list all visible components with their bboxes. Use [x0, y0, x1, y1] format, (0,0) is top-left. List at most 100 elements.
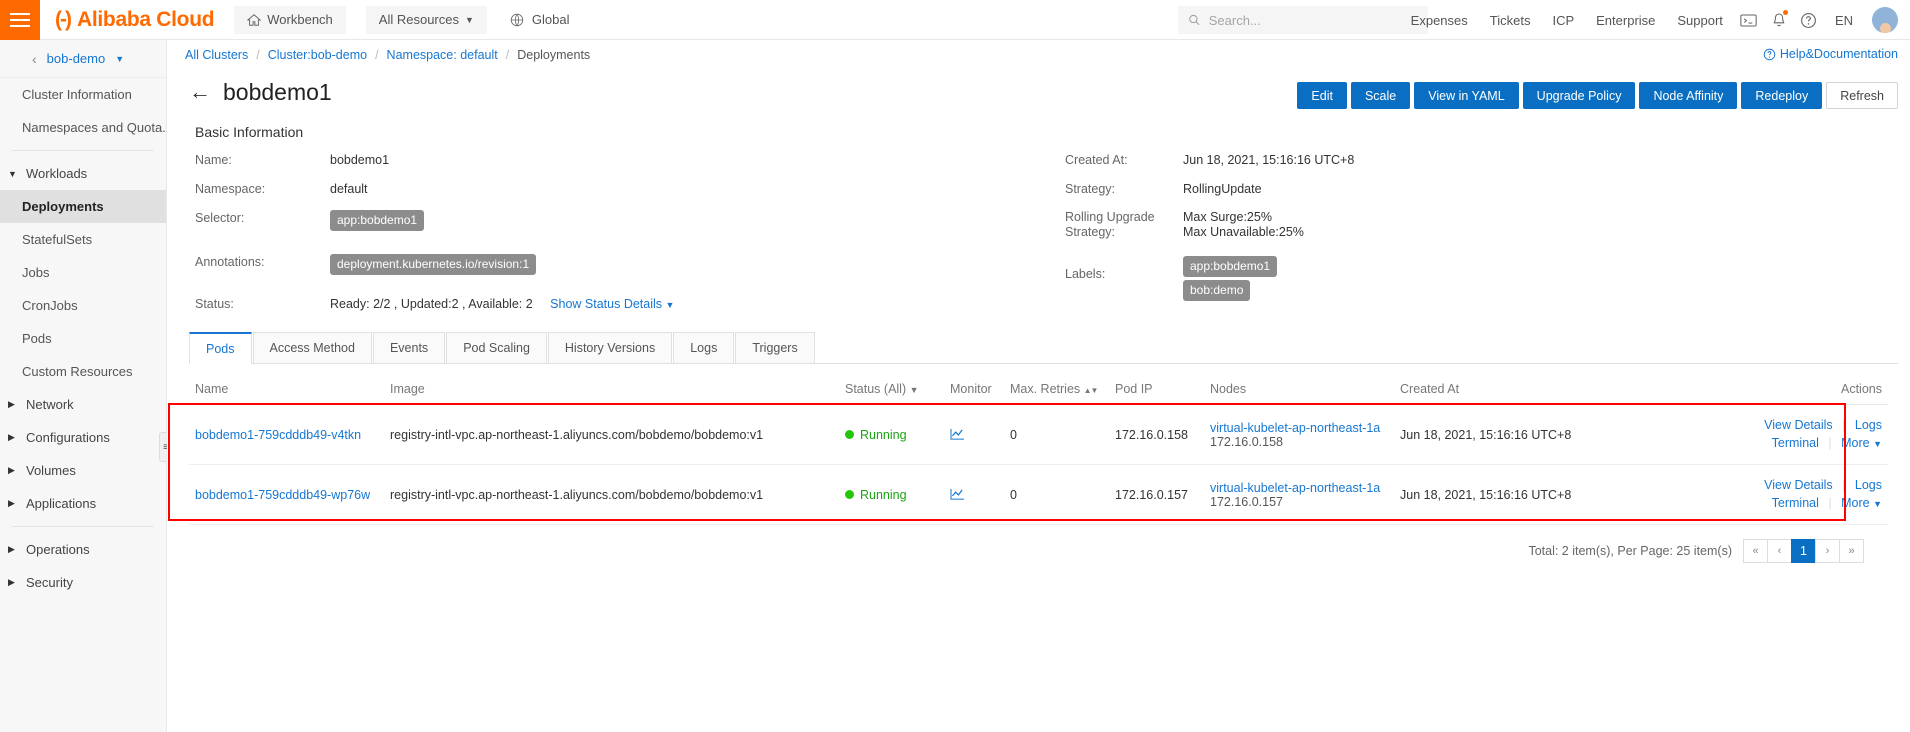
sidebar-item-pods[interactable]: Pods [0, 322, 166, 355]
global-search[interactable] [1178, 6, 1428, 34]
redeploy-button[interactable]: Redeploy [1741, 82, 1823, 109]
pod-image: registry-intl-vpc.ap-northeast-1.aliyunc… [384, 404, 839, 465]
sidebar-item-statefulsets[interactable]: StatefulSets [0, 223, 166, 256]
pagination-last[interactable]: » [1839, 539, 1864, 563]
sidebar-item-namespaces-quota[interactable]: Namespaces and Quota... [0, 111, 173, 144]
pagination-prev[interactable]: ‹ [1767, 539, 1792, 563]
more-action[interactable]: More ▼ [1841, 496, 1882, 510]
help-documentation-link[interactable]: Help&Documentation [1763, 47, 1898, 61]
sidebar-group-workloads[interactable]: ▼ Workloads [0, 157, 166, 190]
view-details-action[interactable]: View Details [1764, 478, 1833, 492]
column-header-max-retries[interactable]: Max. Retries ▲▼ [1004, 374, 1109, 405]
sidebar-item-custom-resources[interactable]: Custom Resources [0, 355, 166, 388]
chevron-down-icon: ▼ [464, 14, 474, 25]
sidebar-item-label: Custom Resources [22, 364, 133, 379]
node-name-link[interactable]: virtual-kubelet-ap-northeast-1a [1210, 421, 1388, 435]
node-affinity-button[interactable]: Node Affinity [1639, 82, 1738, 109]
tab-triggers[interactable]: Triggers [735, 332, 815, 363]
name-label: Name: [195, 153, 232, 167]
terminal-action[interactable]: Terminal [1772, 436, 1819, 450]
logs-action[interactable]: Logs [1855, 418, 1882, 432]
pod-name-link[interactable]: bobdemo1-759cdddb49-wp76w [195, 488, 370, 502]
page-title: bobdemo1 [223, 78, 332, 105]
pagination-next[interactable]: › [1815, 539, 1840, 563]
sidebar-group-configurations[interactable]: ▶ Configurations [0, 421, 166, 454]
sidebar-group-security[interactable]: ▶ Security [0, 566, 166, 599]
info-row-strategy: Strategy: RollingUpdate [1065, 181, 1910, 198]
view-in-yaml-button[interactable]: View in YAML [1414, 82, 1519, 109]
sidebar: ‹ bob-demo ▼ Cluster Information Namespa… [0, 40, 173, 732]
workbench-button[interactable]: Workbench [234, 5, 346, 34]
annotations-label: Annotations: [195, 255, 265, 269]
sidebar-item-cluster-information[interactable]: Cluster Information [0, 78, 166, 111]
pods-table-container: Name Image Status (All) ▼ Monitor Max. R… [167, 374, 1910, 563]
back-arrow-icon[interactable]: ← [189, 81, 211, 103]
tab-label: Pod Scaling [463, 341, 530, 355]
tab-label: Triggers [752, 341, 798, 355]
show-status-details-link[interactable]: Show Status Details ▼ [550, 297, 674, 311]
tab-access-method[interactable]: Access Method [252, 332, 372, 363]
sidebar-group-operations[interactable]: ▶ Operations [0, 533, 166, 566]
strategy-label: Strategy: [1065, 182, 1116, 196]
cluster-selector[interactable]: ‹ bob-demo ▼ [0, 40, 166, 78]
nav-link-tickets[interactable]: Tickets [1479, 13, 1542, 28]
sidebar-item-deployments[interactable]: Deployments [0, 190, 166, 223]
column-header-status[interactable]: Status (All) ▼ [839, 374, 944, 405]
chart-line-icon[interactable] [950, 488, 998, 501]
selector-tag: app:bobdemo1 [330, 210, 425, 231]
logs-action[interactable]: Logs [1855, 478, 1882, 492]
search-input[interactable] [1208, 12, 1418, 28]
nav-link-expenses[interactable]: Expenses [1400, 13, 1479, 28]
nav-link-icp[interactable]: ICP [1541, 13, 1585, 28]
chart-line-icon[interactable] [950, 428, 998, 441]
pod-name-link[interactable]: bobdemo1-759cdddb49-v4tkn [195, 428, 361, 442]
all-resources-dropdown[interactable]: All Resources ▼ [365, 5, 487, 34]
nav-link-enterprise[interactable]: Enterprise [1585, 13, 1666, 28]
node-name-link[interactable]: virtual-kubelet-ap-northeast-1a [1210, 481, 1388, 495]
sidebar-item-jobs[interactable]: Jobs [0, 256, 166, 289]
breadcrumb-namespace[interactable]: Namespace: default [387, 48, 498, 62]
global-region-selector[interactable]: Global [509, 12, 570, 28]
sidebar-group-label: Workloads [26, 166, 88, 181]
help-circle-icon[interactable] [1794, 5, 1824, 35]
breadcrumb-cluster[interactable]: Cluster:bob-demo [268, 48, 367, 62]
sort-icon[interactable]: ▲▼ [1084, 386, 1099, 395]
tab-events[interactable]: Events [372, 332, 446, 363]
view-details-action[interactable]: View Details [1764, 418, 1833, 432]
alibaba-cloud-logo[interactable]: (-) Alibaba Cloud [55, 8, 215, 32]
basic-info-right-column: Created At: Jun 18, 2021, 15:16:16 UTC+8… [1057, 152, 1910, 326]
tab-logs[interactable]: Logs [673, 332, 735, 363]
edit-button[interactable]: Edit [1297, 82, 1347, 109]
pagination-page-1[interactable]: 1 [1791, 539, 1816, 563]
table-row: bobdemo1-759cdddb49-wp76w registry-intl-… [189, 464, 1888, 525]
sidebar-item-cronjobs[interactable]: CronJobs [0, 289, 166, 322]
more-action-label: More [1841, 436, 1870, 450]
triangle-right-icon: ▶ [8, 399, 15, 409]
bell-icon[interactable] [1764, 5, 1794, 35]
scale-button[interactable]: Scale [1350, 82, 1411, 109]
pagination-first[interactable]: « [1743, 539, 1768, 563]
upgrade-policy-button[interactable]: Upgrade Policy [1522, 82, 1636, 109]
tab-history-versions[interactable]: History Versions [547, 332, 673, 363]
sidebar-item-label: Pods [22, 331, 52, 346]
sidebar-group-network[interactable]: ▶ Network [0, 388, 166, 421]
language-selector[interactable]: EN [1824, 13, 1864, 28]
global-label: Global [531, 12, 570, 27]
chevron-left-icon[interactable]: ‹ [32, 51, 37, 67]
sidebar-group-label: Applications [26, 496, 97, 511]
breadcrumb: All Clusters / Cluster:bob-demo / Namesp… [167, 40, 1910, 70]
user-avatar[interactable] [1872, 7, 1898, 33]
nav-link-support[interactable]: Support [1666, 13, 1734, 28]
cloudshell-icon[interactable] [1734, 5, 1764, 35]
basic-info-left-column: Name: bobdemo1 Namespace: default Select… [167, 152, 1057, 326]
refresh-button[interactable]: Refresh [1826, 82, 1898, 109]
hamburger-menu-icon[interactable] [0, 0, 40, 40]
terminal-action[interactable]: Terminal [1772, 496, 1819, 510]
breadcrumb-all-clusters[interactable]: All Clusters [185, 48, 248, 62]
globe-icon [510, 13, 524, 26]
sidebar-group-applications[interactable]: ▶ Applications [0, 487, 166, 520]
tab-pod-scaling[interactable]: Pod Scaling [446, 332, 547, 363]
tab-pods[interactable]: Pods [189, 332, 252, 364]
more-action[interactable]: More ▼ [1841, 436, 1882, 450]
sidebar-group-volumes[interactable]: ▶ Volumes [0, 454, 166, 487]
